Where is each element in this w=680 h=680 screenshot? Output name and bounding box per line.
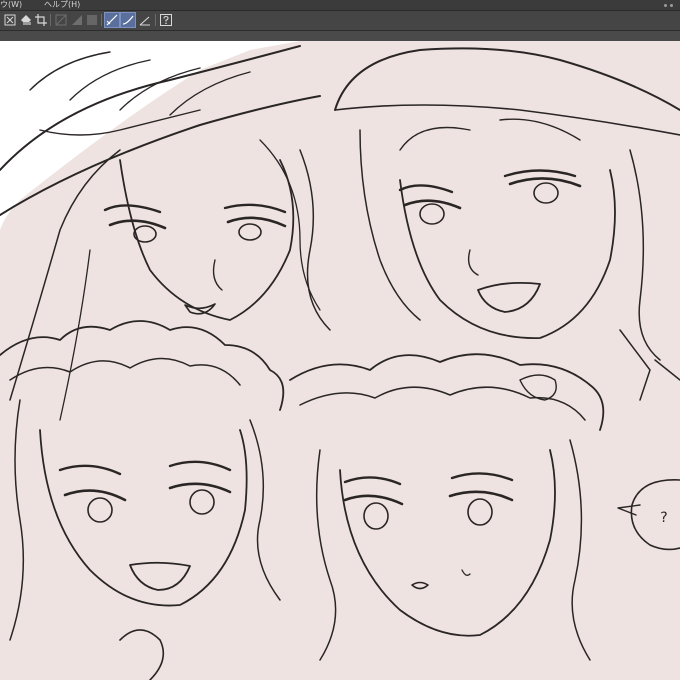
toolbar <box>0 11 680 31</box>
speech-bubble-text: ? <box>660 510 667 526</box>
snap-ruler-button[interactable] <box>104 12 120 28</box>
menu-bar: ウ(W) ヘルプ(H) <box>0 0 680 11</box>
snap-special-ruler-icon <box>139 16 150 26</box>
snap-special-ruler-button[interactable] <box>137 12 153 28</box>
snap-ruler-icon <box>106 14 118 26</box>
illustration: ? <box>0 41 680 680</box>
toolbar-divider <box>101 14 102 26</box>
canvas-border <box>0 31 680 41</box>
help-button[interactable] <box>158 12 174 28</box>
square-disabled-icon <box>87 15 97 25</box>
menu-help[interactable]: ヘルプ(H) <box>44 0 80 10</box>
toolbar-divider <box>155 14 156 26</box>
menu-window[interactable]: ウ(W) <box>0 0 22 10</box>
snap-curve-icon <box>122 15 134 25</box>
window-grip-icon <box>664 4 667 7</box>
transform-button[interactable] <box>53 12 69 28</box>
toolbar-divider <box>50 14 51 26</box>
crop-icon <box>35 14 47 26</box>
fill-icon <box>21 15 31 25</box>
fill-button[interactable] <box>18 12 34 28</box>
transform-disabled-icon <box>55 14 67 26</box>
drawing-canvas[interactable]: ? <box>0 41 680 680</box>
clear-icon <box>4 14 16 26</box>
crop-button[interactable] <box>33 12 49 28</box>
clear-button[interactable] <box>2 12 18 28</box>
square-button[interactable] <box>84 12 100 28</box>
window-grip-icon <box>670 4 673 7</box>
gradient-disabled-icon <box>72 15 82 25</box>
gradient-button[interactable] <box>69 12 85 28</box>
snap-curve-button[interactable] <box>120 12 136 28</box>
help-icon <box>160 14 172 26</box>
